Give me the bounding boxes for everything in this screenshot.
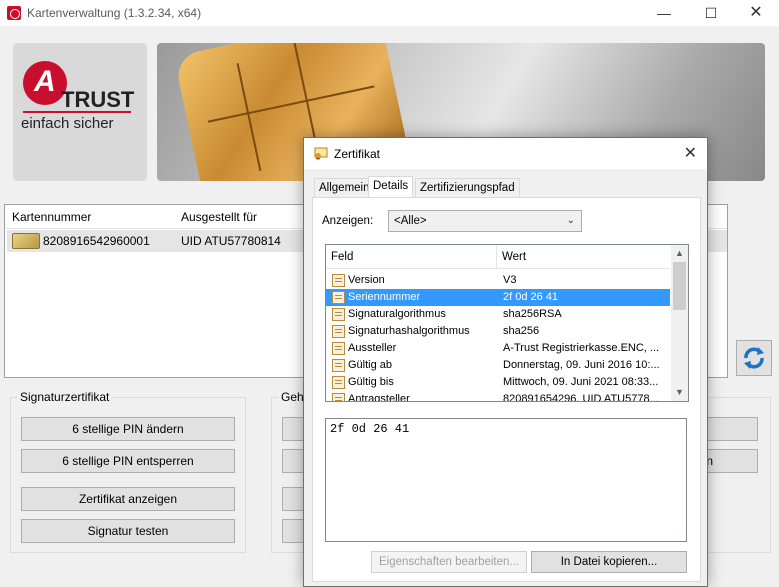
scroll-down-icon[interactable]: ▼ [671, 384, 688, 401]
dialog-titlebar: Zertifikat ✕ [304, 138, 707, 169]
a-trust-logo: A TRUST einfach sicher [13, 43, 147, 181]
field-value-text: 2f 0d 26 41 [330, 422, 410, 436]
field-icon [332, 376, 345, 389]
zertifikat-anzeigen-button[interactable]: Zertifikat anzeigen [21, 487, 235, 511]
chevron-down-icon: ⌄ [566, 215, 575, 226]
field-name: Signaturhashalgorithmus [348, 325, 470, 337]
main-titlebar: Kartenverwaltung (1.3.2.34, x64) — ☐ ✕ [0, 0, 779, 26]
field-row[interactable]: Gültig bis Mittwoch, 09. Juni 2021 08:33… [326, 374, 670, 391]
field-value: Mittwoch, 09. Juni 2021 08:33... [503, 376, 659, 388]
right-button-2[interactable]: n [702, 449, 758, 473]
field-value: 2f 0d 26 41 [503, 291, 559, 303]
in-datei-kopieren-button[interactable]: In Datei kopieren... [531, 551, 687, 573]
field-value-box[interactable]: 2f 0d 26 41 [325, 418, 687, 542]
field-value: A-Trust Registrierkasse.ENC, ... [503, 342, 660, 354]
col-wert[interactable]: Wert [502, 251, 526, 263]
scroll-thumb[interactable] [673, 262, 686, 310]
tab-zertifizierungspfad[interactable]: Zertifizierungspfad [415, 178, 520, 198]
field-list-header: Feld Wert [326, 245, 670, 269]
logo-underline [23, 111, 131, 113]
pin-entsperren-button[interactable]: 6 stellige PIN entsperren [21, 449, 235, 473]
field-icon [332, 325, 345, 338]
field-icon [332, 342, 345, 355]
certificate-icon [314, 147, 328, 160]
refresh-button[interactable] [736, 340, 772, 376]
details-panel: Anzeigen: <Alle> ⌄ Feld Wert Version V3 … [312, 197, 701, 582]
signatur-testen-button[interactable]: Signatur testen [21, 519, 235, 543]
close-button[interactable]: ✕ [733, 0, 779, 26]
app-icon [7, 6, 21, 20]
smartcard-icon [12, 233, 40, 249]
field-name: Signaturalgorithmus [348, 308, 446, 320]
eigenschaften-bearbeiten-button[interactable]: Eigenschaften bearbeiten... [371, 551, 527, 573]
signaturzertifikat-title: Signaturzertifikat [17, 390, 113, 404]
field-list-scrollbar[interactable]: ▲ ▼ [671, 245, 688, 401]
col-feld[interactable]: Feld [331, 251, 353, 263]
window-title: Kartenverwaltung (1.3.2.34, x64) [27, 6, 202, 20]
field-name: Aussteller [348, 342, 397, 354]
dialog-tabs: Allgemein Details Zertifizierungspfad [314, 176, 699, 198]
col-kartennummer[interactable]: Kartennummer [12, 210, 91, 224]
right-button-1[interactable] [702, 417, 758, 441]
field-list[interactable]: Feld Wert Version V3 Seriennummer 2f 0d … [325, 244, 689, 402]
field-row[interactable]: Version V3 [326, 272, 670, 289]
field-name: Antragsteller [348, 393, 410, 402]
anzeigen-label: Anzeigen: [322, 215, 374, 227]
certificate-dialog: Zertifikat ✕ Allgemein Details Zertifizi… [303, 137, 708, 587]
tab-details[interactable]: Details [368, 176, 414, 198]
field-name: Seriennummer [348, 291, 421, 303]
field-value: Donnerstag, 09. Juni 2016 10:... [503, 359, 660, 371]
signaturzertifikat-group: Signaturzertifikat 6 stellige PIN ändern… [10, 390, 246, 553]
field-icon [332, 359, 345, 372]
field-row[interactable]: Aussteller A-Trust Registrierkasse.ENC, … [326, 340, 670, 357]
card-number: 8208916542960001 [43, 234, 150, 248]
refresh-icon [744, 347, 764, 369]
pin-aendern-button[interactable]: 6 stellige PIN ändern [21, 417, 235, 441]
scroll-up-icon[interactable]: ▲ [671, 245, 688, 262]
field-row[interactable]: Antragsteller 820891654296, UID ATU5778.… [326, 391, 670, 402]
field-name: Gültig ab [348, 359, 393, 371]
field-row[interactable]: Gültig ab Donnerstag, 09. Juni 2016 10:.… [326, 357, 670, 374]
maximize-button[interactable]: ☐ [688, 0, 734, 26]
field-name: Version [348, 274, 385, 286]
field-value: sha256RSA [503, 308, 562, 320]
header-separator [496, 245, 497, 269]
card-issued-for: UID ATU57780814 [181, 234, 281, 248]
minimize-button[interactable]: — [641, 0, 687, 26]
anzeigen-select[interactable]: <Alle> ⌄ [388, 210, 582, 232]
dialog-title: Zertifikat [334, 147, 381, 161]
field-row[interactable]: Signaturhashalgorithmus sha256 [326, 323, 670, 340]
field-icon [332, 274, 345, 287]
field-icon [332, 308, 345, 321]
anzeigen-value: <Alle> [394, 215, 427, 227]
tab-allgemein[interactable]: Allgemein [314, 178, 375, 198]
field-value: sha256 [503, 325, 540, 337]
field-value: V3 [503, 274, 517, 286]
dialog-close-icon[interactable]: ✕ [684, 143, 697, 163]
field-row-selected[interactable]: Seriennummer 2f 0d 26 41 [326, 289, 670, 306]
field-name: Gültig bis [348, 376, 394, 388]
field-icon [332, 393, 345, 401]
field-value: 820891654296, UID ATU5778... [503, 393, 659, 402]
logo-brand: TRUST [61, 87, 135, 112]
field-row[interactable]: Signaturalgorithmus sha256RSA [326, 306, 670, 323]
field-icon [332, 291, 345, 304]
logo-tagline: einfach sicher [21, 115, 114, 132]
col-ausgestellt-fuer[interactable]: Ausgestellt für [181, 210, 257, 224]
